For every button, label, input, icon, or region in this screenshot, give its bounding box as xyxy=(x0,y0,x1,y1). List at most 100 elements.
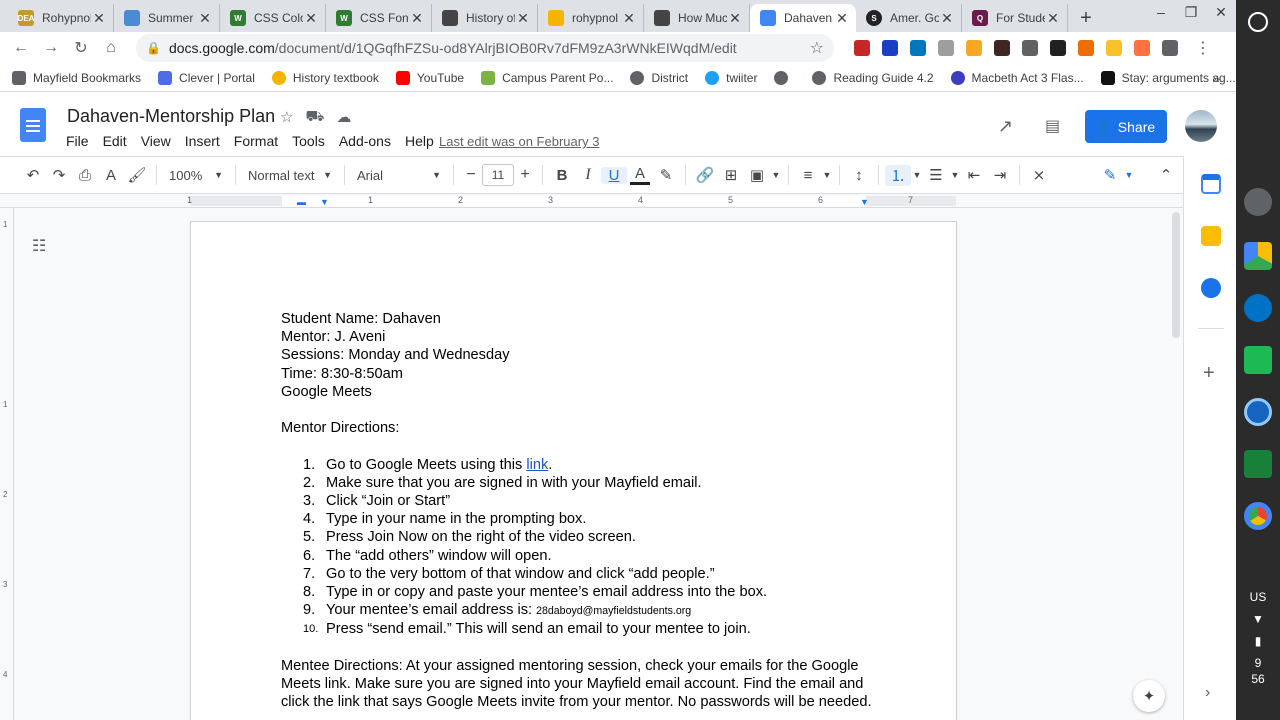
comment-history-icon[interactable]: ▤ xyxy=(1045,116,1060,136)
spellcheck-icon[interactable]: A xyxy=(98,167,124,184)
extension-icon[interactable] xyxy=(1022,40,1038,56)
chevron-up-icon[interactable]: ⌃ xyxy=(1153,166,1179,184)
power-app-icon[interactable] xyxy=(1244,398,1272,426)
underline-icon[interactable]: U xyxy=(601,166,627,184)
reload-icon[interactable]: ↻ xyxy=(66,38,96,58)
bookmark-item[interactable]: YouTube xyxy=(395,70,464,85)
chevron-down-icon[interactable]: ▼ xyxy=(821,170,833,180)
bookmark-item[interactable]: Clever | Portal xyxy=(158,70,255,85)
home-icon[interactable]: ⌂ xyxy=(96,39,126,57)
bookmark-item[interactable]: Mayfield Bookmarks xyxy=(12,70,141,85)
add-addon-icon[interactable]: + xyxy=(1203,362,1215,385)
italic-icon[interactable]: I xyxy=(575,166,601,184)
classroom-app-icon[interactable] xyxy=(1244,450,1272,478)
minimize-icon[interactable]: – xyxy=(1146,4,1176,21)
bookmarks-overflow-icon[interactable]: » xyxy=(1212,70,1220,86)
document-outline-icon[interactable]: ☷ xyxy=(32,236,46,256)
close-icon[interactable]: ✕ xyxy=(515,10,531,27)
bookmark-item[interactable]: twiiter xyxy=(705,70,757,85)
numbered-list-icon[interactable]: ⒈ xyxy=(885,164,911,186)
insert-image-icon[interactable]: ▣ xyxy=(744,166,770,184)
browser-tab[interactable]: DEA Rohypnol ✕ xyxy=(8,4,114,32)
tasks-icon[interactable] xyxy=(1201,278,1221,298)
decrease-indent-icon[interactable]: ⇤ xyxy=(961,166,987,184)
address-bar[interactable]: 🔒 docs.google.com/document/d/1QGqfhFZSu-… xyxy=(136,34,834,62)
docs-logo-icon[interactable] xyxy=(20,108,46,142)
clear-formatting-icon[interactable]: ⨯ xyxy=(1026,166,1052,184)
align-left-icon[interactable]: ≡ xyxy=(795,167,821,184)
close-icon[interactable]: ✕ xyxy=(197,10,213,27)
highlight-icon[interactable]: ✎ xyxy=(653,166,679,184)
extension-icon[interactable] xyxy=(1134,40,1150,56)
document-page[interactable]: Student Name: Dahaven Mentor: J. Aveni S… xyxy=(191,222,956,720)
browser-tab[interactable]: How Much✕ xyxy=(644,4,750,32)
right-indent-icon[interactable]: ▼ xyxy=(860,197,869,207)
decrease-font-size-button[interactable]: − xyxy=(460,166,482,184)
last-edit-link[interactable]: Last edit was on February 3 xyxy=(439,134,599,149)
extension-icon[interactable] xyxy=(1050,40,1066,56)
chevron-down-icon[interactable]: ▼ xyxy=(949,170,961,180)
chevron-down-icon[interactable]: ▼ xyxy=(770,170,782,180)
close-window-icon[interactable]: ✕ xyxy=(1206,4,1236,21)
explore-button[interactable]: ✦ xyxy=(1133,680,1165,712)
puzzle-icon[interactable] xyxy=(1162,40,1178,56)
extension-icon[interactable] xyxy=(966,40,982,56)
left-indent-icon[interactable]: ▼ xyxy=(320,197,329,207)
launcher-icon[interactable] xyxy=(1248,12,1268,32)
restore-icon[interactable]: ❐ xyxy=(1176,4,1206,21)
menu-file[interactable]: File xyxy=(66,133,89,149)
extension-icon[interactable] xyxy=(1078,40,1094,56)
extension-icon[interactable] xyxy=(854,40,870,56)
forward-arrow-icon[interactable]: → xyxy=(36,39,66,57)
font-select[interactable]: Arial ▼ xyxy=(351,168,447,183)
chevron-right-icon[interactable]: › xyxy=(1205,684,1210,702)
close-icon[interactable]: ✕ xyxy=(91,10,107,27)
outlook-app-icon[interactable] xyxy=(1244,294,1272,322)
undo-icon[interactable]: ↶ xyxy=(20,166,46,184)
close-icon[interactable]: ✕ xyxy=(409,10,425,27)
bookmark-item[interactable] xyxy=(774,70,795,85)
horizontal-ruler[interactable]: 1 1 2 3 4 5 6 7 ▬ ▼ ▼ xyxy=(0,194,1183,208)
text-color-icon[interactable]: A xyxy=(630,165,650,185)
browser-tab[interactable]: W CSS Fonts✕ xyxy=(326,4,432,32)
bookmark-item[interactable]: Campus Parent Po... xyxy=(481,70,613,85)
line-spacing-icon[interactable]: ↕ xyxy=(846,167,872,184)
increase-font-size-button[interactable]: + xyxy=(514,166,536,184)
extension-icon[interactable] xyxy=(994,40,1010,56)
app-icon[interactable] xyxy=(1244,346,1272,374)
back-arrow-icon[interactable]: ← xyxy=(6,39,36,57)
bookmark-star-icon[interactable]: ☆ xyxy=(810,38,824,58)
chevron-down-icon[interactable]: ▼ xyxy=(911,170,923,180)
move-folder-icon[interactable]: ⛟ xyxy=(305,108,324,127)
share-button[interactable]: 👤 Share xyxy=(1085,110,1167,143)
lock-icon[interactable]: 🔒 xyxy=(146,41,161,55)
bookmark-item[interactable]: History textbook xyxy=(271,70,379,85)
chevron-down-icon[interactable]: ▼ xyxy=(1123,170,1135,180)
paint-format-icon[interactable]: 🖌 xyxy=(124,166,150,184)
font-size-input[interactable]: 11 xyxy=(482,164,514,186)
vertical-scrollbar[interactable] xyxy=(1169,208,1183,720)
extension-icon[interactable] xyxy=(938,40,954,56)
menu-addons[interactable]: Add-ons xyxy=(339,133,391,149)
browser-tab[interactable]: rohypnol ✕ xyxy=(538,4,644,32)
menu-tools[interactable]: Tools xyxy=(292,133,325,149)
print-icon[interactable]: ⎙ xyxy=(72,167,98,184)
redo-icon[interactable]: ↷ xyxy=(46,166,72,184)
vertical-ruler[interactable]: 1 1 2 3 4 xyxy=(0,208,14,720)
new-tab-button[interactable]: + xyxy=(1072,4,1100,32)
browser-tab-active[interactable]: Dahaven ✕ xyxy=(750,4,856,32)
chrome-app-icon[interactable] xyxy=(1244,502,1272,530)
scrollbar-thumb[interactable] xyxy=(1172,212,1180,338)
document-body[interactable]: Student Name: Dahaven Mentor: J. Aveni S… xyxy=(281,310,881,711)
drive-app-icon[interactable] xyxy=(1244,242,1272,270)
editing-mode-icon[interactable]: ✎ xyxy=(1097,166,1123,184)
meets-link[interactable]: link xyxy=(526,457,548,473)
browser-tab[interactable]: S Amer. Go ✕ xyxy=(856,4,962,32)
extension-icon[interactable] xyxy=(1106,40,1122,56)
close-icon[interactable]: ✕ xyxy=(1045,10,1061,27)
bookmark-item[interactable]: District xyxy=(630,70,688,85)
browser-tab[interactable]: History of ✕ xyxy=(432,4,538,32)
browser-tab[interactable]: Q For Students✕ xyxy=(962,4,1068,32)
menu-insert[interactable]: Insert xyxy=(185,133,220,149)
bulleted-list-icon[interactable]: ☰ xyxy=(923,166,949,184)
